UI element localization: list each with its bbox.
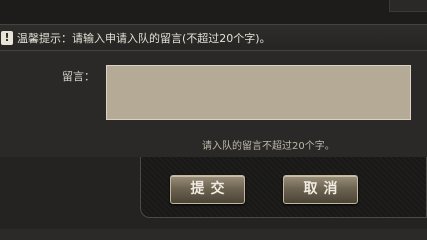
form-area: 留言： 请入队的留言不超过20个字。 — [0, 52, 427, 157]
tip-text: 温馨提示：请输入申请入队的留言(不超过20个字)。 — [17, 31, 271, 45]
message-textarea[interactable] — [106, 65, 411, 120]
message-label: 留言： — [62, 70, 95, 83]
exclamation-icon: ! — [1, 30, 13, 45]
message-hint: 请入队的留言不超过20个字。 — [202, 141, 335, 152]
cancel-button[interactable]: 取消 — [283, 175, 358, 204]
top-panel-edge — [389, 0, 427, 12]
top-strip — [0, 0, 427, 24]
tip-bar: ! 温馨提示：请输入申请入队的留言(不超过20个字)。 — [0, 24, 427, 51]
submit-button[interactable]: 提交 — [170, 175, 245, 204]
